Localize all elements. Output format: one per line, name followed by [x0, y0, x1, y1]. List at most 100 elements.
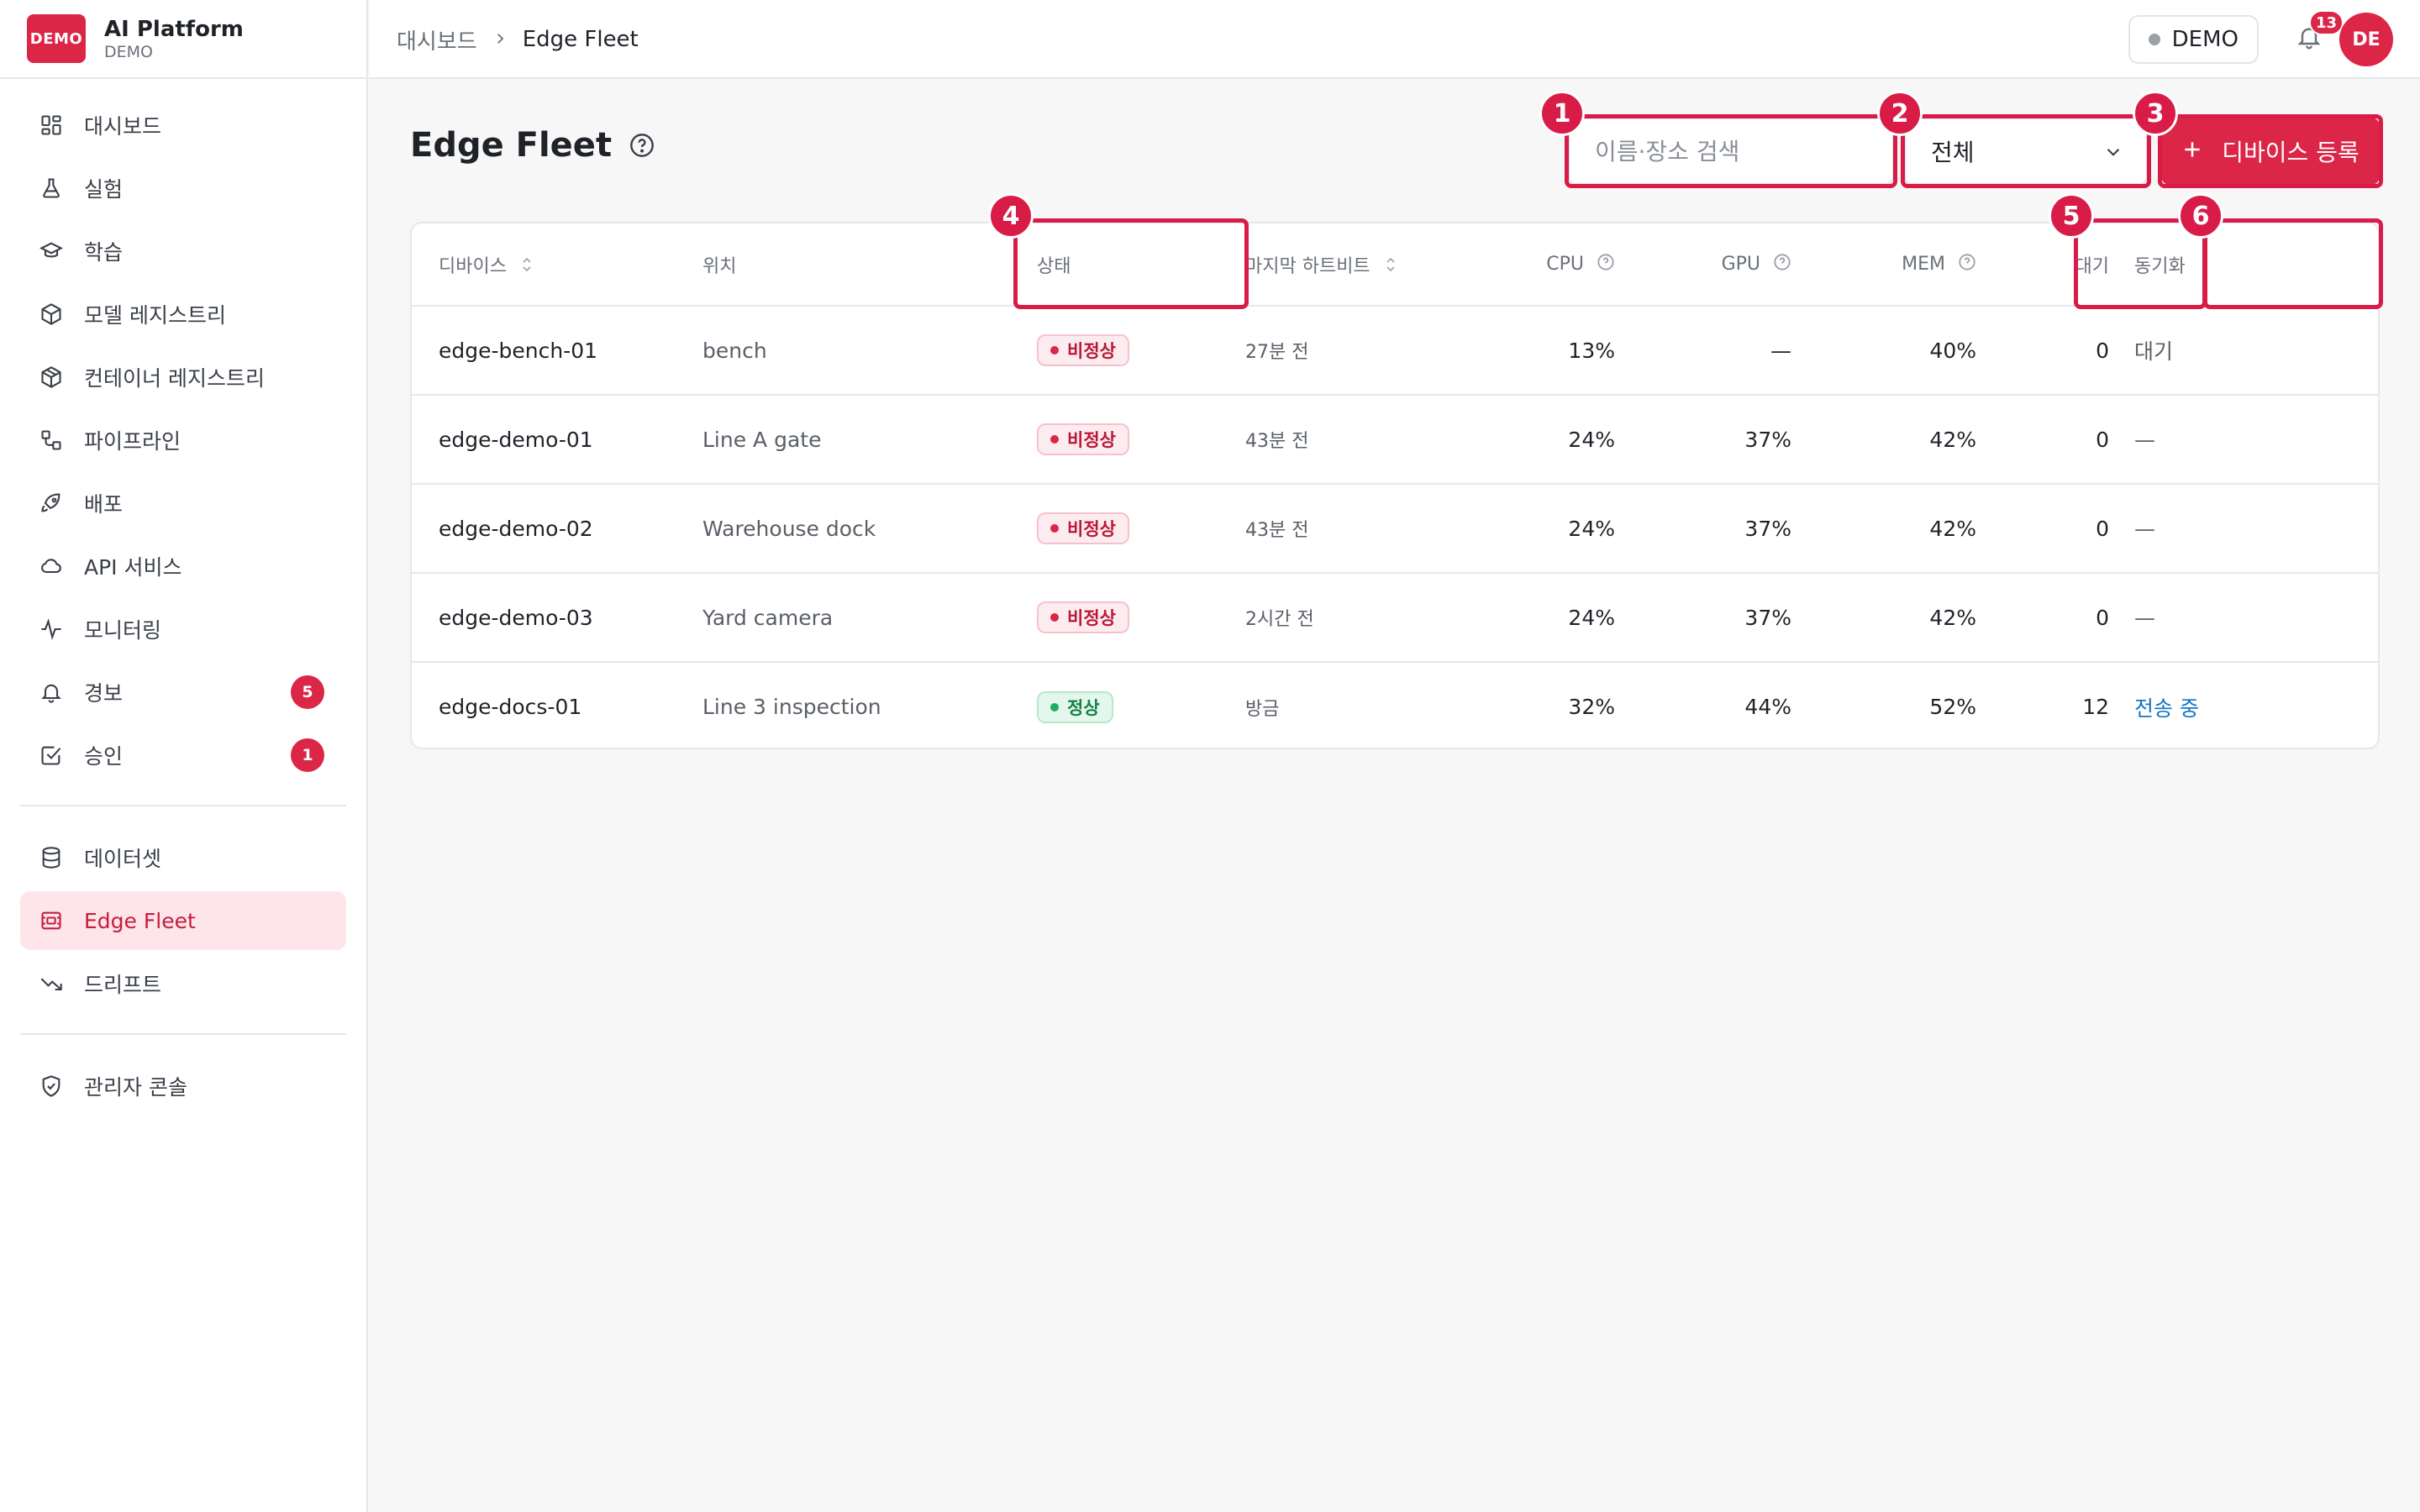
device-name[interactable]: edge-bench-01	[412, 306, 702, 395]
package-icon	[39, 365, 64, 390]
gpu-usage: —	[1770, 338, 1791, 363]
sidebar-item-deploy[interactable]: 배포	[20, 474, 346, 533]
table-row[interactable]: edge-demo-02 Warehouse dock 비정상 43분 전 24% 37%…	[412, 484, 2378, 573]
queue-count: 0	[2096, 516, 2109, 541]
cpu-usage: 24%	[1568, 516, 1615, 541]
table-row[interactable]: edge-bench-01 bench 비정상 27분 전 13% — 40% 0 대기	[412, 306, 2378, 395]
approvals-count-badge: 1	[291, 738, 324, 772]
col-gpu-label: GPU	[1721, 253, 1760, 275]
status-label: 비정상	[1067, 341, 1116, 361]
sync-status[interactable]: 전송 중	[2109, 662, 2378, 748]
sidebar-item-dashboard[interactable]: 대시보드	[20, 96, 346, 155]
help-circle-icon[interactable]	[629, 132, 655, 159]
workflow-icon	[39, 428, 64, 453]
table-row[interactable]: edge-demo-01 Line A gate 비정상 43분 전 24% 37% 42%…	[412, 395, 2378, 484]
status-cell: 비정상	[1020, 484, 1245, 573]
check-square-icon	[39, 743, 64, 768]
device-location: bench	[702, 338, 767, 363]
sidebar: DEMO AI Platform DEMO 대시보드 실험 학습 모델 레지스트…	[0, 0, 368, 1512]
sidebar-item-model-registry[interactable]: 모델 레지스트리	[20, 285, 346, 344]
col-queue-header: 대기	[1976, 223, 2109, 306]
chevron-down-icon	[2102, 141, 2124, 169]
gpu-usage: 44%	[1744, 695, 1791, 719]
status-dot-icon	[2148, 34, 2160, 45]
col-sync-header: 동기화	[2109, 223, 2378, 306]
bell-icon	[39, 680, 64, 705]
notifications-button[interactable]: 13	[2292, 10, 2344, 55]
graduation-cap-icon	[39, 239, 64, 264]
col-status-label: 상태	[1037, 255, 1071, 277]
status-cell: 비정상	[1020, 395, 1245, 484]
sidebar-item-datasets[interactable]: 데이터셋	[20, 828, 346, 887]
mem-usage: 42%	[1929, 516, 1976, 541]
sidebar-item-experiments[interactable]: 실험	[20, 159, 346, 218]
col-queue-label: 대기	[2075, 255, 2109, 277]
sidebar-item-label: 대시보드	[84, 114, 162, 139]
status-filter-select[interactable]: 전체	[1904, 118, 2148, 185]
environment-switcher[interactable]: DEMO	[2128, 15, 2259, 64]
sidebar-item-admin-console[interactable]: 관리자 콘솔	[20, 1057, 346, 1116]
breadcrumb-current: Edge Fleet	[522, 27, 639, 52]
mem-usage: 40%	[1929, 338, 1976, 363]
sidebar-item-label: 컨테이너 레지스트리	[84, 366, 265, 391]
sidebar-item-approvals[interactable]: 승인 1	[20, 726, 346, 785]
sidebar-item-api-service[interactable]: API 서비스	[20, 537, 346, 596]
table-row[interactable]: edge-demo-03 Yard camera 비정상 2시간 전 24% 37% 42%…	[412, 573, 2378, 662]
status-dot-icon	[1050, 346, 1059, 354]
annotation-marker-1: 1	[1539, 91, 1585, 136]
table-row[interactable]: edge-docs-01 Line 3 inspection 정상 방금 32% 44% 5…	[412, 662, 2378, 748]
sidebar-item-label: 배포	[84, 492, 124, 517]
col-cpu-label: CPU	[1546, 253, 1584, 275]
col-heartbeat-header[interactable]: 마지막 하트비트	[1245, 223, 1472, 306]
device-location: Yard camera	[702, 605, 834, 630]
sidebar-item-edge-fleet[interactable]: Edge Fleet	[20, 891, 346, 950]
help-circle-icon[interactable]	[1958, 253, 1976, 276]
status-label: 비정상	[1067, 430, 1116, 450]
last-heartbeat: 방금	[1245, 698, 1280, 720]
search-input[interactable]	[1568, 118, 1894, 185]
sidebar-item-alerts[interactable]: 경보 5	[20, 663, 346, 722]
sidebar-item-label: 경보	[84, 681, 124, 706]
mem-usage: 42%	[1929, 427, 1976, 452]
sidebar-item-drift[interactable]: 드리프트	[20, 954, 346, 1013]
sidebar-item-label: 모니터링	[84, 618, 162, 643]
col-mem-header: MEM	[1791, 223, 1976, 306]
database-icon	[39, 845, 64, 870]
device-name[interactable]: edge-demo-03	[412, 573, 702, 662]
cloud-icon	[39, 554, 64, 579]
sort-icon	[1385, 256, 1397, 278]
last-heartbeat: 2시간 전	[1245, 609, 1314, 630]
device-location: Line 3 inspection	[702, 695, 881, 719]
status-badge: 비정상	[1037, 601, 1129, 633]
device-name[interactable]: edge-docs-01	[412, 662, 702, 748]
col-location-header: 위치	[702, 223, 1020, 306]
help-circle-icon[interactable]	[1773, 253, 1791, 276]
col-location-label: 위치	[702, 255, 737, 277]
help-circle-icon[interactable]	[1597, 253, 1615, 276]
sidebar-item-label: 파이프라인	[84, 429, 182, 454]
device-name[interactable]: edge-demo-02	[412, 484, 702, 573]
user-avatar[interactable]: DE	[2339, 13, 2393, 66]
status-label: 정상	[1067, 697, 1100, 718]
topbar: 대시보드 Edge Fleet DEMO 13 DE	[370, 0, 2420, 79]
sidebar-item-container-registry[interactable]: 컨테이너 레지스트리	[20, 348, 346, 407]
queue-count: 0	[2096, 427, 2109, 452]
activity-icon	[39, 617, 64, 642]
sidebar-item-pipeline[interactable]: 파이프라인	[20, 411, 346, 470]
sidebar-item-monitoring[interactable]: 모니터링	[20, 600, 346, 659]
col-device-header[interactable]: 디바이스	[412, 223, 702, 306]
col-cpu-header: CPU	[1472, 223, 1615, 306]
page-title-row: Edge Fleet	[410, 126, 655, 165]
device-table: 디바이스 위치 상태 마지막 하트비트 CPU GPU MEM 대기 동기화 e…	[410, 222, 2380, 749]
plus-icon	[2181, 136, 2203, 166]
sidebar-item-label: Edge Fleet	[84, 908, 196, 933]
brand-title: AI Platform	[104, 17, 244, 42]
device-name[interactable]: edge-demo-01	[412, 395, 702, 484]
edge-device-icon	[39, 908, 64, 933]
sidebar-item-training[interactable]: 학습	[20, 222, 346, 281]
brand[interactable]: DEMO AI Platform DEMO	[0, 0, 366, 79]
status-badge: 비정상	[1037, 423, 1129, 455]
breadcrumb-parent-link[interactable]: 대시보드	[397, 24, 477, 55]
cube-icon	[39, 302, 64, 327]
register-device-button[interactable]: 디바이스 등록	[2161, 118, 2380, 185]
